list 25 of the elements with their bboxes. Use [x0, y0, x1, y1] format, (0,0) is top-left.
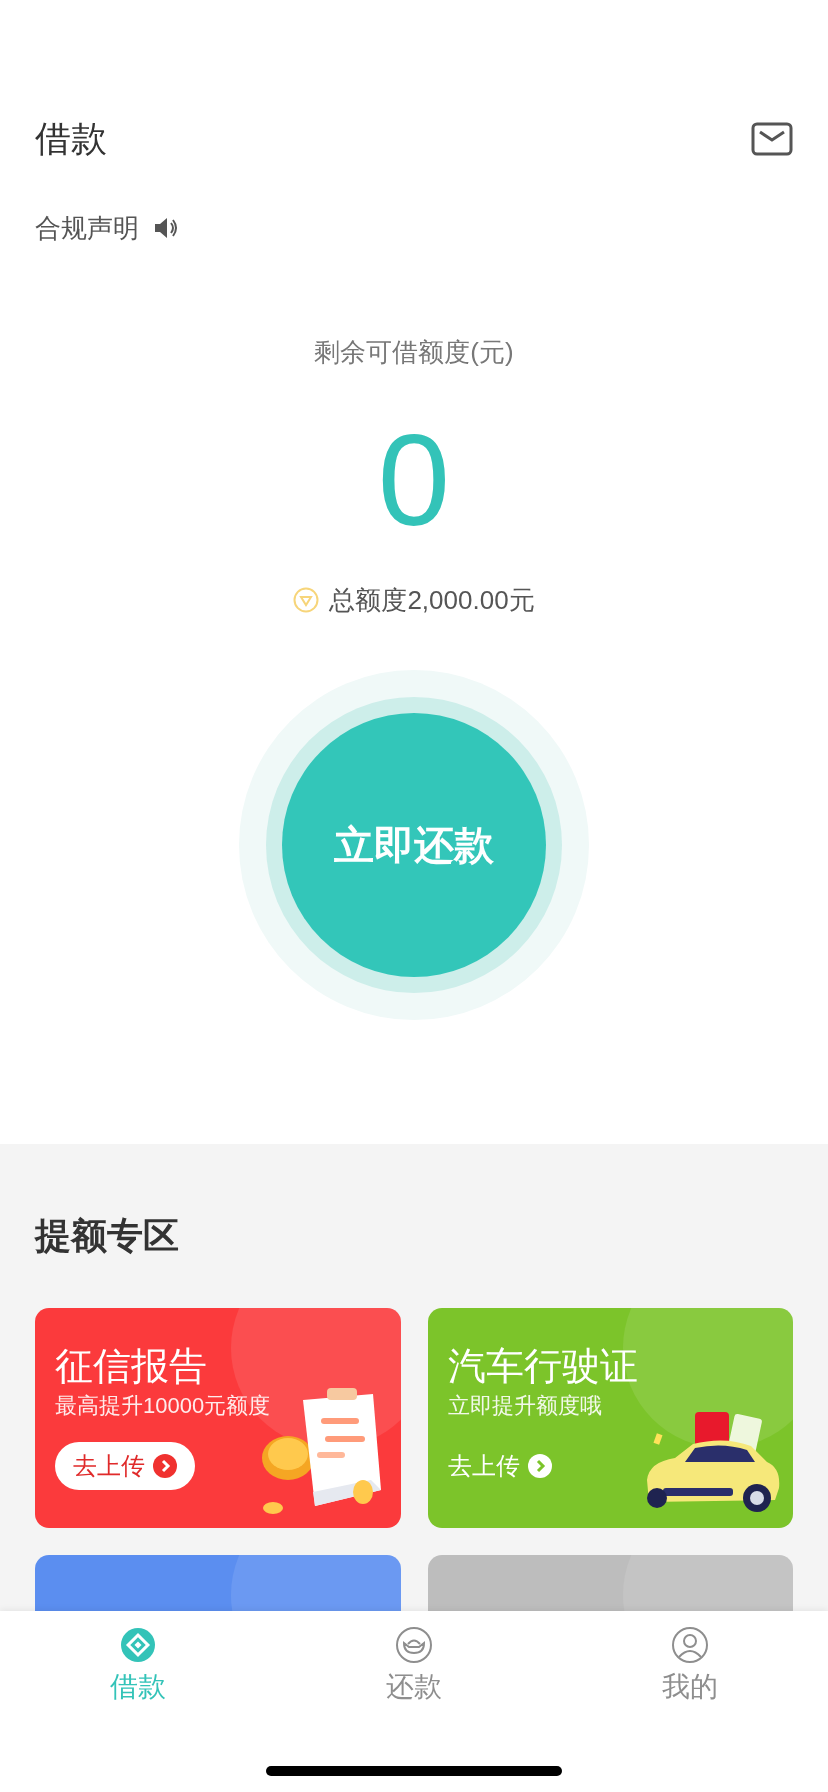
section-title: 提额专区: [35, 1214, 180, 1258]
card-title: 征信报告: [55, 1344, 208, 1389]
user-icon: [672, 1627, 708, 1663]
tab-bar-item[interactable]: 借款: [110, 1627, 166, 1705]
card-subtitle: 最高提升10000元额度: [55, 1392, 272, 1420]
diamond-circle-icon: [120, 1627, 156, 1663]
total-limit: 总额度2,000.00元: [329, 584, 535, 617]
tab-bar-item[interactable]: 我的: [662, 1627, 718, 1705]
card-subtitle: 立即提升额度哦: [447, 1392, 603, 1420]
compliance-link[interactable]: 合规声明: [35, 210, 139, 246]
credit-amount: 0: [377, 415, 451, 545]
chevron-circle-icon: [527, 1454, 552, 1478]
upload-button[interactable]: 去上传: [447, 1442, 552, 1490]
promo-card[interactable]: 征信报告 最高提升10000元额度 去上传: [35, 1308, 401, 1528]
page-title: 借款: [35, 117, 107, 161]
upload-button[interactable]: 去上传: [55, 1442, 195, 1490]
tab-bar-item[interactable]: 还款: [386, 1627, 442, 1705]
repay-button[interactable]: 立即还款: [282, 713, 546, 977]
ingot-icon: [396, 1627, 432, 1663]
speaker-icon: [153, 215, 179, 241]
card-title: 汽车行驶证: [447, 1344, 639, 1389]
mail-icon[interactable]: [751, 122, 793, 156]
credit-label: 剩余可借额度(元): [314, 336, 514, 369]
chevron-circle-icon: [153, 1454, 177, 1478]
promo-card[interactable]: 汽车行驶证 立即提升额度哦 去上传: [427, 1308, 793, 1528]
